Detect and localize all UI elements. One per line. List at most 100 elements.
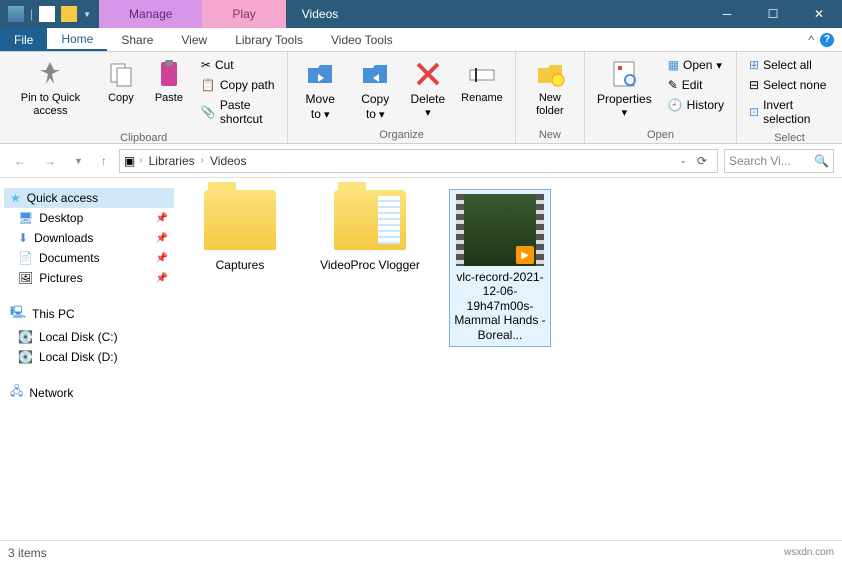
close-button[interactable]: ✕ [796, 0, 842, 28]
pin-to-quick-access-button[interactable]: Pin to Quick access [6, 54, 95, 122]
refresh-button[interactable]: ⟳ [691, 154, 713, 168]
play-icon: ▶ [516, 246, 534, 264]
app-icon [8, 6, 24, 22]
copy-button[interactable]: Copy [99, 54, 143, 109]
new-group-label: New [522, 127, 578, 143]
ribbon-tabs: File Home Share View Library Tools Video… [0, 28, 842, 52]
folder-icon: ▣ [124, 154, 135, 168]
documents-nav[interactable]: 📄Documents📌 [4, 248, 174, 268]
local-disk-d-nav[interactable]: 💽Local Disk (D:) [4, 347, 174, 367]
downloads-icon: ⬇ [18, 231, 28, 245]
back-button[interactable]: ← [8, 150, 32, 172]
video-tools-tab[interactable]: Video Tools [317, 28, 407, 51]
history-icon: 🕘 [668, 98, 683, 112]
qat-dropdown-icon[interactable]: ▼ [83, 10, 91, 19]
recent-dropdown[interactable]: ▼ [68, 152, 89, 170]
edit-icon: ✎ [668, 78, 678, 92]
context-tab-manage[interactable]: Manage [99, 0, 202, 28]
new-folder-qat-icon[interactable] [61, 6, 77, 22]
network-icon: 🖧 [10, 382, 23, 403]
forward-button[interactable]: → [38, 150, 62, 172]
home-tab[interactable]: Home [47, 28, 107, 51]
maximize-button[interactable]: ☐ [750, 0, 796, 28]
share-tab[interactable]: Share [107, 28, 167, 51]
copy-path-button[interactable]: 📋Copy path [197, 76, 280, 94]
organize-group: Move to ▾ Copy to ▾ Delete ▾ Rename Orga… [288, 52, 515, 143]
select-group: ⊞Select all ⊟Select none ⊡Invert selecti… [737, 52, 842, 143]
navigation-pane: ★Quick access 🖥Desktop📌 ⬇Downloads📌 📄Doc… [0, 178, 178, 540]
network-nav[interactable]: 🖧Network [4, 379, 174, 406]
drive-icon: 💽 [18, 330, 33, 344]
paste-shortcut-icon: 📎 [201, 105, 216, 119]
view-tab[interactable]: View [167, 28, 221, 51]
pc-icon: 🖳 [10, 303, 26, 324]
library-tools-tab[interactable]: Library Tools [221, 28, 317, 51]
star-icon: ★ [10, 191, 21, 205]
cut-button[interactable]: ✂Cut [197, 56, 280, 74]
address-bar: ← → ▼ ↑ ▣ › Libraries › Videos ⌄ ⟳ Searc… [0, 144, 842, 178]
collapse-ribbon-icon[interactable]: ^ [808, 33, 814, 47]
invert-selection-icon: ⊡ [749, 105, 759, 119]
pictures-icon: 🖼 [18, 271, 33, 285]
copy-to-button[interactable]: Copy to ▾ [350, 54, 401, 126]
desktop-nav[interactable]: 🖥Desktop📌 [4, 208, 174, 228]
ribbon: Pin to Quick access Copy Paste ✂Cut 📋Cop… [0, 52, 842, 144]
quick-access-nav[interactable]: ★Quick access [4, 188, 174, 208]
chevron-right-icon[interactable]: › [139, 155, 142, 166]
qat-separator: | [30, 7, 33, 21]
up-button[interactable]: ↑ [95, 150, 113, 172]
open-icon: ▦ [668, 58, 679, 72]
delete-button[interactable]: Delete ▾ [404, 54, 451, 124]
window-title: Videos [286, 7, 354, 21]
open-button[interactable]: ▦Open ▾ [664, 56, 728, 74]
select-group-label: Select [743, 130, 836, 146]
context-tab-play[interactable]: Play [202, 0, 285, 28]
paste-shortcut-button[interactable]: 📎Paste shortcut [197, 96, 280, 128]
video-file-vlc-record[interactable]: ▶ vlc-record-2021-12-06-19h47m00s-Mammal… [450, 190, 550, 346]
video-thumbnail: ▶ [456, 194, 544, 266]
search-input[interactable]: Search Vi... 🔍 [724, 149, 834, 173]
chevron-right-icon[interactable]: › [201, 155, 204, 166]
pin-icon: 📌 [156, 213, 168, 224]
folder-icon [204, 190, 276, 250]
select-none-button[interactable]: ⊟Select none [745, 76, 834, 94]
file-tab[interactable]: File [0, 28, 47, 51]
this-pc-nav[interactable]: 🖳This PC [4, 300, 174, 327]
downloads-nav[interactable]: ⬇Downloads📌 [4, 228, 174, 248]
organize-group-label: Organize [294, 127, 508, 143]
move-to-icon [304, 58, 336, 90]
breadcrumb-dropdown-icon[interactable]: ⌄ [679, 155, 687, 166]
breadcrumb-libraries[interactable]: Libraries [147, 154, 197, 168]
file-list[interactable]: Captures VideoProc Vlogger ▶ vlc-record-… [178, 178, 842, 540]
edit-button[interactable]: ✎Edit [664, 76, 728, 94]
copy-path-icon: 📋 [201, 78, 216, 92]
drive-icon: 💽 [18, 350, 33, 364]
properties-button[interactable]: Properties ▾ [591, 54, 658, 124]
folder-icon [334, 190, 406, 250]
folder-videoproc-vlogger[interactable]: VideoProc Vlogger [320, 190, 420, 272]
paste-button[interactable]: Paste [147, 54, 191, 109]
invert-selection-button[interactable]: ⊡Invert selection [745, 96, 834, 128]
quick-access-toolbar: | ▼ [0, 6, 99, 22]
delete-icon [412, 58, 444, 90]
new-folder-button[interactable]: New folder [522, 54, 578, 122]
watermark: wsxdn.com [784, 547, 834, 558]
desktop-icon: 🖥 [18, 211, 33, 225]
paste-icon [153, 58, 185, 90]
select-none-icon: ⊟ [749, 78, 759, 92]
history-button[interactable]: 🕘History [664, 96, 728, 114]
move-to-button[interactable]: Move to ▾ [294, 54, 346, 126]
rename-button[interactable]: Rename [455, 54, 509, 109]
breadcrumb-videos[interactable]: Videos [208, 154, 248, 168]
help-icon[interactable]: ? [820, 33, 834, 47]
select-all-button[interactable]: ⊞Select all [745, 56, 834, 74]
folder-captures[interactable]: Captures [190, 190, 290, 272]
minimize-button[interactable]: ─ [704, 0, 750, 28]
local-disk-c-nav[interactable]: 💽Local Disk (C:) [4, 327, 174, 347]
pictures-nav[interactable]: 🖼Pictures📌 [4, 268, 174, 288]
select-all-icon: ⊞ [749, 58, 759, 72]
status-bar: 3 items wsxdn.com [0, 540, 842, 564]
properties-qat-icon[interactable] [39, 6, 55, 22]
clipboard-group: Pin to Quick access Copy Paste ✂Cut 📋Cop… [0, 52, 288, 143]
breadcrumb-bar[interactable]: ▣ › Libraries › Videos ⌄ ⟳ [119, 149, 718, 173]
